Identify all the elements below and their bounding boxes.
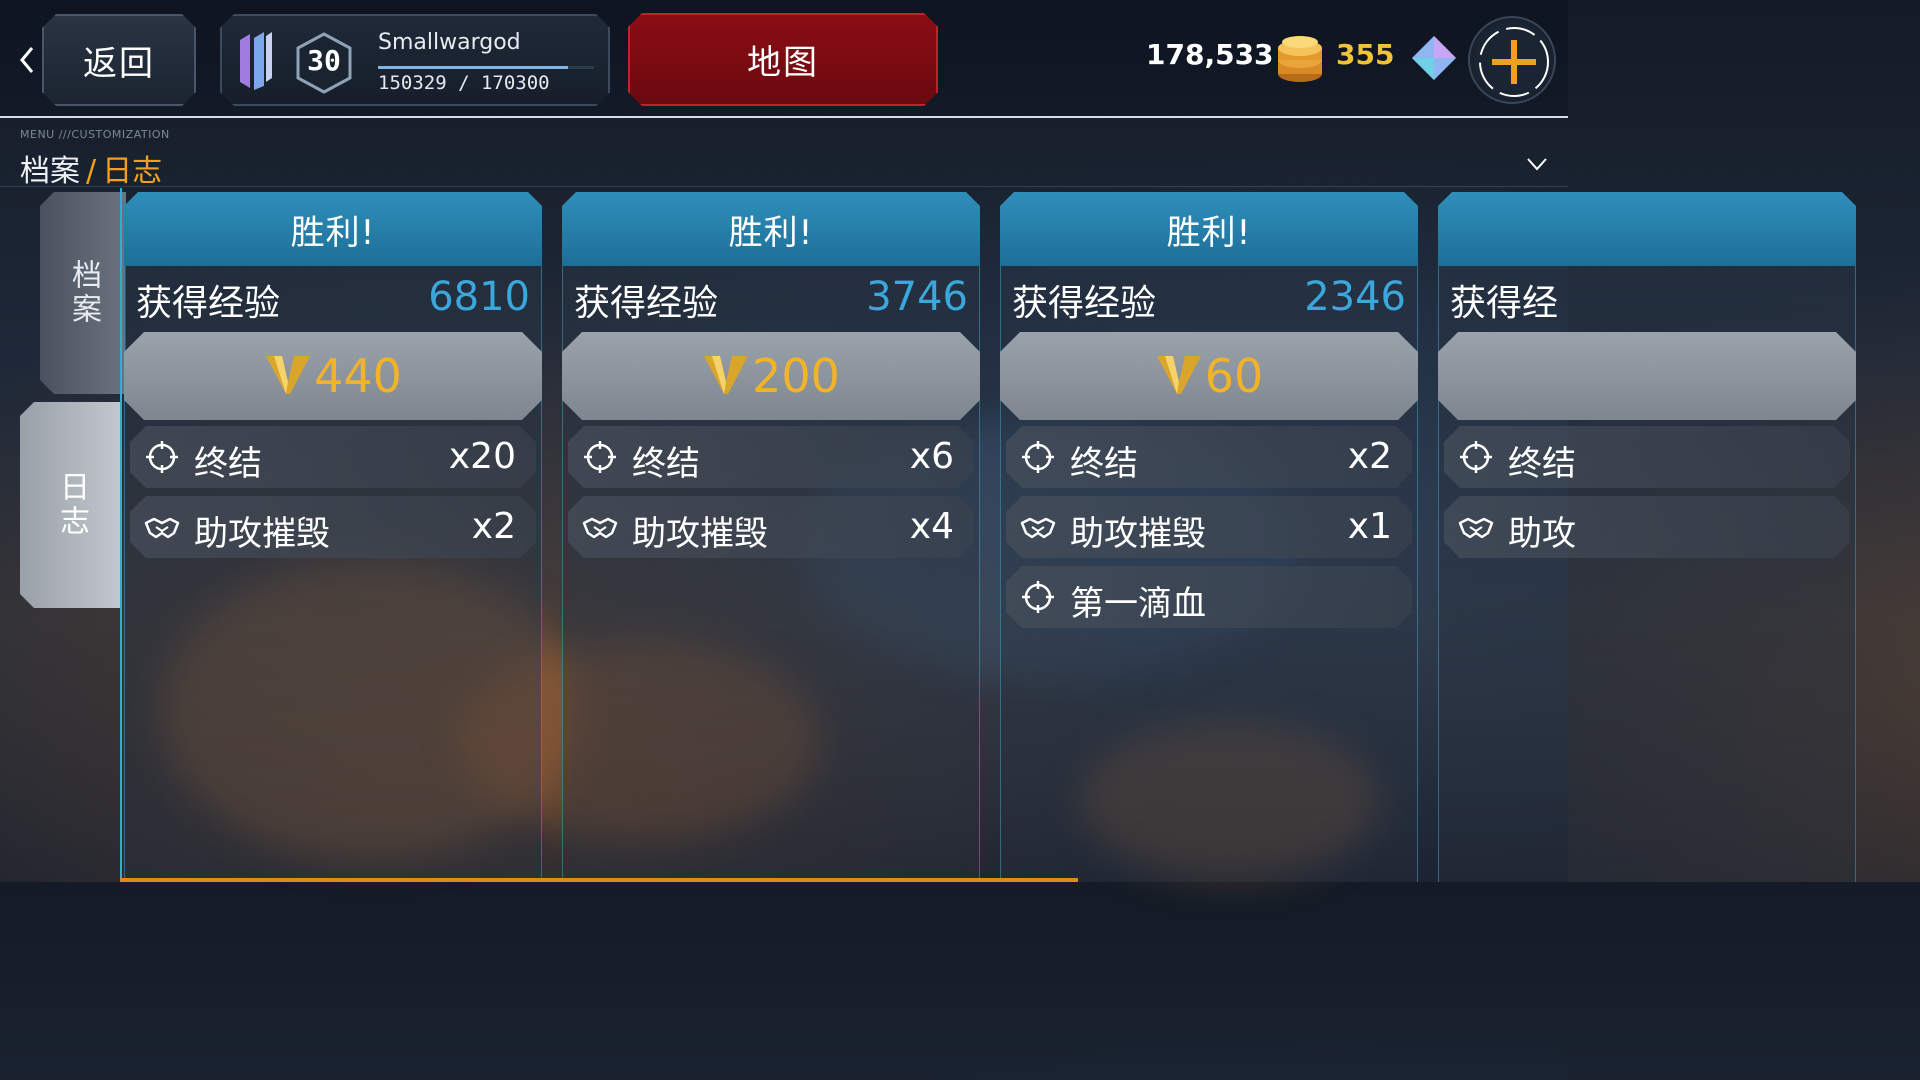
stat-row: 终结 x6 [568,426,974,488]
crosshair-icon [1020,439,1056,475]
stat-row: 终结 x20 [130,426,536,488]
stat-row: 终结 x2 [1006,426,1412,488]
exp-label: 获得经验 [136,283,281,324]
handshake-icon [144,509,180,545]
stat-label: 助攻 [1508,514,1576,554]
exp-value: 2346 [1304,274,1406,320]
match-result: 胜利! [562,192,980,266]
map-button[interactable]: 地图 [628,13,938,106]
match-card[interactable]: 胜利! 获得经验 6810 440 终结 x20 助攻摧毁 x2 [124,192,542,882]
xp-text: 150329 / 170300 [378,72,550,94]
scroll-indicator [120,878,1078,882]
v-currency-icon [264,352,314,400]
tab-profile[interactable]: 档案 [40,192,126,394]
stat-count: x1 [1347,506,1392,547]
tab-profile-label: 档案 [66,259,101,327]
handshake-icon [1458,509,1494,545]
exp-row: 获得经验 3746 [574,274,968,324]
exp-row: 获得经验 2346 [1012,274,1406,324]
chevron-left-icon[interactable] [14,40,40,80]
xp-progress-fill [378,66,569,69]
plus-icon [1479,27,1549,97]
back-button[interactable]: 返回 [42,14,196,106]
reward-band: 60 [1000,332,1418,420]
stat-label: 助攻摧毁 [194,514,330,554]
exp-value: 6810 [428,274,530,320]
tab-log[interactable]: 日志 [20,402,122,608]
stat-label: 第一滴血 [1070,584,1206,624]
player-name: Smallwargod [378,30,521,55]
v-currency-icon [702,352,752,400]
reward-band [1438,332,1856,420]
breadcrumb-separator: / [86,154,97,189]
rank-icon [240,32,272,90]
breadcrumb: 档案 / 日志 [20,146,162,190]
exp-label: 获得经 [1450,283,1559,324]
reward-value: 440 [314,349,402,403]
stat-count: x20 [448,436,516,477]
menu-tag: MENU ///CUSTOMIZATION [20,128,170,141]
stat-count: x4 [909,506,954,547]
exp-row: 获得经 [1450,274,1844,324]
reward-band: 200 [562,332,980,420]
gem-icon [1412,36,1456,80]
exp-label: 获得经验 [574,283,719,324]
add-currency-button[interactable] [1468,16,1556,104]
chevron-down-icon[interactable] [1526,156,1548,172]
reward-band: 440 [124,332,542,420]
reward-value: 60 [1204,349,1264,403]
stat-label: 终结 [1070,444,1138,484]
tab-log-label: 日志 [54,471,89,539]
stat-row: 助攻摧毁 x1 [1006,496,1412,558]
breadcrumb-parent[interactable]: 档案 [20,154,80,189]
v-currency-icon [1155,352,1205,400]
stat-row: 助攻 [1444,496,1850,558]
crosshair-icon [144,439,180,475]
exp-row: 获得经验 6810 [136,274,530,324]
stat-row: 助攻摧毁 x4 [568,496,974,558]
match-result: 胜利! [1000,192,1418,266]
gem-count: 355 [1336,38,1395,71]
top-bar: 返回 30 Smallwargod 150329 / 170300 地图 178… [0,0,1568,118]
stat-label: 终结 [194,444,262,484]
stat-row: 助攻摧毁 x2 [130,496,536,558]
crosshair-icon [1458,439,1494,475]
match-result [1438,192,1856,266]
xp-progress-bar [378,66,594,69]
stat-count: x2 [471,506,516,547]
match-card[interactable]: 胜利! 获得经验 3746 200 终结 x6 助攻摧毁 x4 [562,192,980,882]
coin-stack-icon [1278,36,1322,82]
stat-row: 终结 [1444,426,1850,488]
breadcrumb-current: 日志 [102,154,163,189]
match-card[interactable]: 胜利! 获得经验 2346 60 终结 x2 助攻摧毁 x1 第一滴血 [1000,192,1418,882]
exp-value: 3746 [866,274,968,320]
exp-label: 获得经验 [1012,283,1157,324]
match-result: 胜利! [124,192,542,266]
stat-label: 终结 [1508,444,1576,484]
handshake-icon [1020,509,1056,545]
stat-count: x2 [1347,436,1392,477]
handshake-icon [582,509,618,545]
reward-value: 200 [752,349,840,403]
player-level: 30 [307,44,341,77]
stat-label: 助攻摧毁 [632,514,768,554]
stat-row: 第一滴血 [1006,566,1412,628]
stat-count: x6 [909,436,954,477]
content-border [120,188,122,882]
crosshair-icon [582,439,618,475]
crosshair-icon [1020,579,1056,615]
header-divider [0,186,1568,187]
coin-count: 178,533 [1146,38,1274,71]
match-card[interactable]: 获得经 终结 助攻 [1438,192,1856,882]
player-profile[interactable]: 30 Smallwargod 150329 / 170300 [220,14,610,106]
stat-label: 助攻摧毁 [1070,514,1206,554]
stat-label: 终结 [632,444,700,484]
